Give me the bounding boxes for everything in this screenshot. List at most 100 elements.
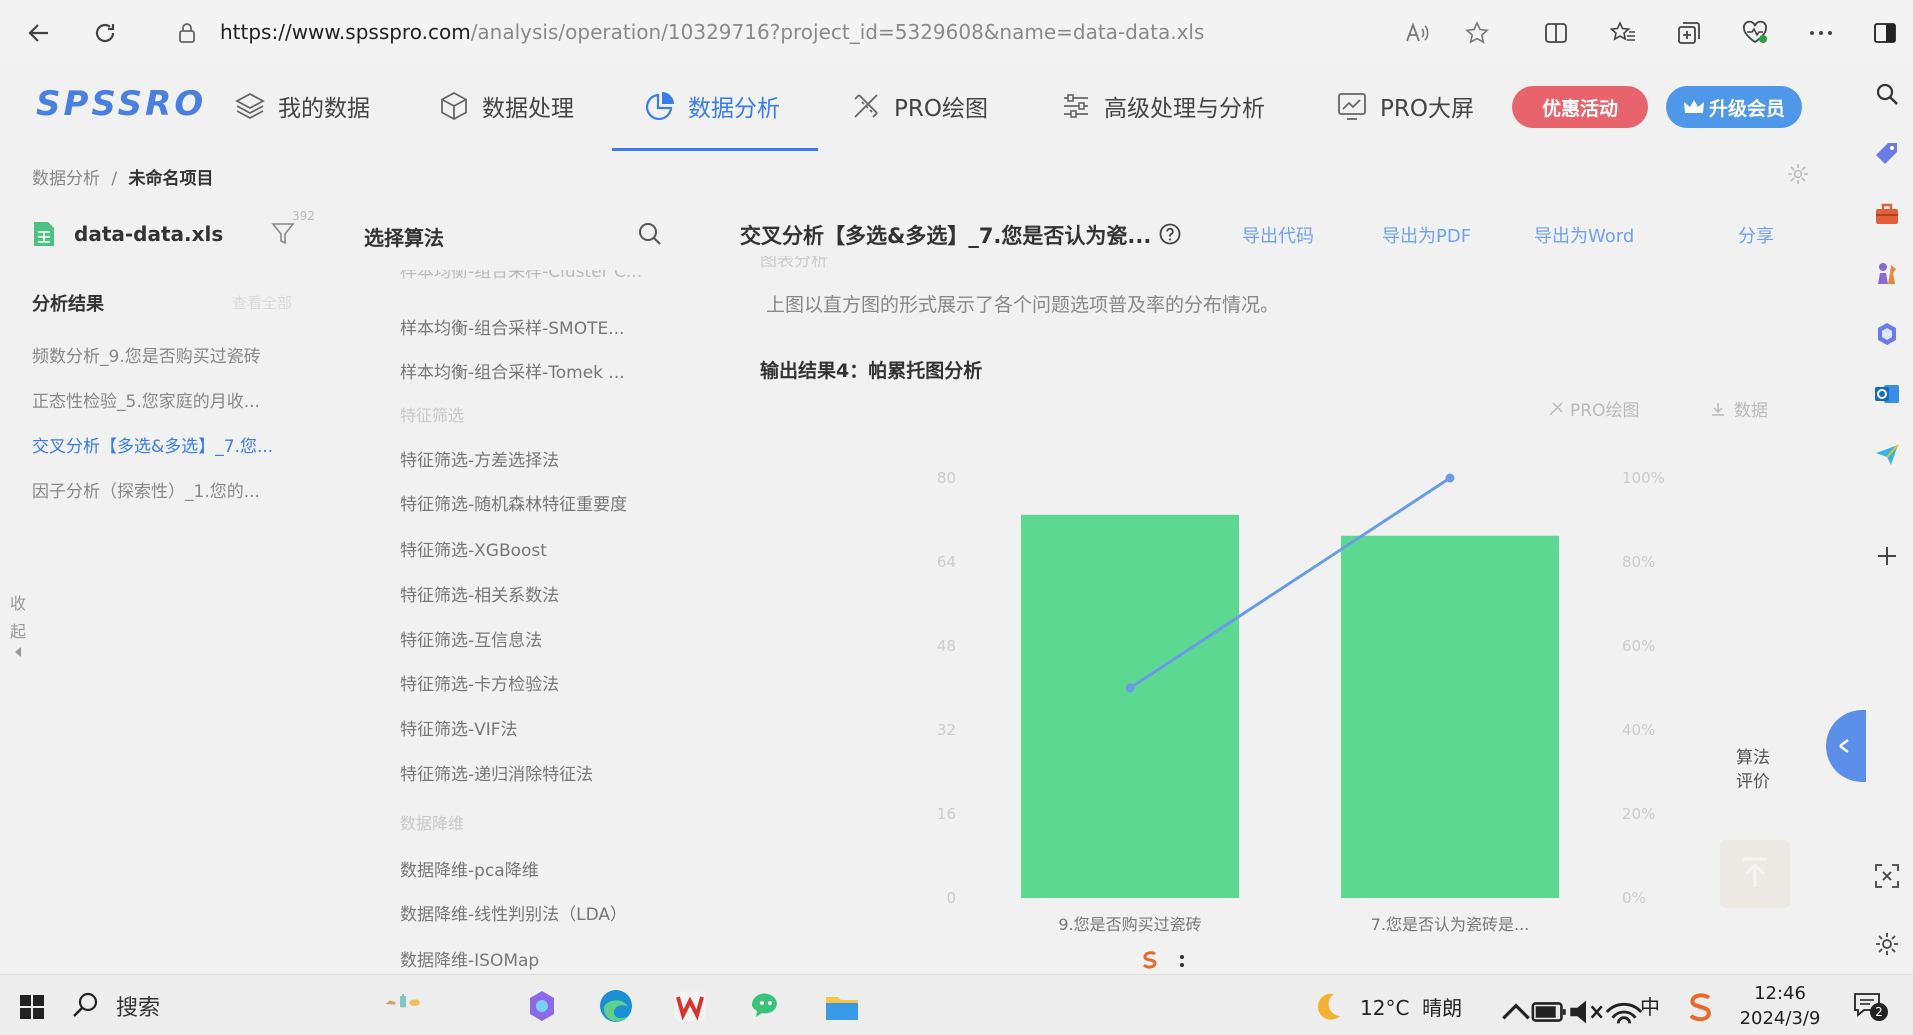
chat-app-icon[interactable] (746, 987, 786, 1025)
pro-chart-button[interactable]: PRO绘图 (1548, 396, 1639, 421)
nav-data-processing[interactable]: 数据处理 (438, 84, 574, 128)
layers-icon (235, 92, 265, 120)
search-highlight-icon[interactable] (384, 981, 424, 1019)
pie-chart-icon (645, 92, 674, 121)
notification-center[interactable]: 2 (1852, 991, 1892, 1023)
copilot-icon[interactable] (522, 987, 562, 1025)
algo-list-item[interactable]: 特征筛选-互信息法 (400, 626, 542, 651)
export-code-link[interactable]: 导出代码 (1242, 222, 1314, 248)
clock[interactable]: 12:46 2024/3/9 (1730, 981, 1830, 1031)
algo-search-icon[interactable] (636, 220, 664, 248)
result-item[interactable]: 因子分析（探索性）_1.您的... (32, 477, 260, 502)
algo-panel-title: 选择算法 (364, 226, 444, 250)
settings-gear-icon[interactable] (1873, 930, 1901, 958)
toolbox-icon[interactable] (1873, 200, 1901, 228)
result-item[interactable]: 频数分析_9.您是否购买过瓷砖 (32, 342, 261, 367)
search-icon[interactable] (1873, 80, 1901, 108)
tag-icon[interactable] (1873, 140, 1901, 168)
result-item[interactable]: 正态性检验_5.您家庭的月收... (32, 387, 260, 412)
wifi-icon[interactable] (1604, 993, 1644, 1031)
share-link[interactable]: 分享 (1738, 222, 1774, 248)
current-file[interactable]: data-data.xls (32, 216, 223, 252)
algo-eval-label[interactable]: 算法 评价 (1736, 746, 1770, 794)
algo-list-item[interactable]: 特征筛选-相关系数法 (400, 581, 559, 606)
y-left-tick-label: 0 (946, 889, 956, 907)
collapse-label: 收 (10, 594, 27, 613)
wps-office-icon[interactable] (670, 987, 710, 1025)
date-label: 2024/3/9 (1739, 1008, 1821, 1029)
windows-start-icon[interactable] (12, 989, 52, 1027)
back-to-top-button[interactable] (1720, 840, 1790, 908)
screenshot-icon[interactable] (1873, 862, 1901, 890)
promotion-button[interactable]: 优惠活动 (1512, 86, 1648, 128)
upgrade-member-button[interactable]: 升级会员 (1666, 86, 1802, 128)
filter-badge: 392 (292, 209, 315, 223)
nav-my-data[interactable]: 我的数据 (234, 84, 370, 128)
taskbar-search[interactable]: 搜索 (70, 987, 370, 1025)
algo-list-item[interactable]: 样本均衡-组合采样-Cluster C... (400, 270, 642, 282)
algo-list-item[interactable]: 特征筛选-卡方检验法 (400, 670, 559, 695)
address-bar[interactable]: https://www.spsspro.com/analysis/operati… (220, 20, 1204, 44)
nav-pro-chart[interactable]: PRO绘图 (850, 84, 988, 128)
ime-chinese-icon[interactable]: 中 (1640, 991, 1660, 1020)
result-item-active[interactable]: 交叉分析【多选&多选】_7.您... (32, 432, 273, 457)
sogou-tray-icon[interactable] (1680, 989, 1720, 1027)
spsspro-logo[interactable]: SPSSRO (36, 84, 206, 124)
nav-label: 我的数据 (278, 96, 370, 122)
sidebar-toggle-icon[interactable] (1870, 18, 1900, 48)
algo-list-item[interactable]: 数据降维-ISOMap (400, 946, 539, 971)
page-settings-icon[interactable] (1786, 162, 1810, 186)
lock-icon[interactable] (172, 18, 202, 48)
edge-browser-icon[interactable] (596, 987, 636, 1025)
caret-left-icon (15, 647, 21, 657)
algo-list-item[interactable]: 特征筛选-随机森林特征重要度 (400, 490, 627, 515)
collapse-panel-toggle[interactable]: 收 起 (10, 590, 30, 658)
algo-list-item[interactable]: 特征筛选-方差选择法 (400, 446, 559, 471)
nav-pro-dashboard[interactable]: PRO大屏 (1336, 84, 1474, 128)
read-aloud-icon[interactable] (1402, 18, 1432, 48)
weather-widget[interactable]: 12°C 晴朗 (1310, 987, 1462, 1025)
split-screen-icon[interactable] (1541, 18, 1571, 48)
algo-group-heading: 数据降维 (400, 814, 465, 833)
favorites-list-icon[interactable] (1608, 18, 1638, 48)
more-menu-icon[interactable] (1806, 18, 1836, 48)
breadcrumb-root[interactable]: 数据分析 (32, 169, 100, 189)
algo-list-item[interactable]: 数据降维-pca降维 (400, 856, 539, 881)
reload-icon[interactable] (90, 18, 120, 48)
browser-health-icon[interactable] (1740, 18, 1770, 48)
algo-list-item[interactable]: 特征筛选-递归消除特征法 (400, 760, 593, 785)
file-explorer-icon[interactable] (822, 987, 862, 1025)
export-word-link[interactable]: 导出为Word (1534, 222, 1634, 248)
section-heading: 输出结果4：帕累托图分析 (760, 360, 983, 382)
outlook-icon[interactable] (1873, 380, 1901, 408)
collections-icon[interactable] (1674, 18, 1704, 48)
copilot-icon[interactable] (1873, 320, 1901, 348)
chess-icon[interactable] (1873, 260, 1901, 288)
algo-eval-tab[interactable] (1826, 710, 1866, 782)
data-download-button[interactable]: 数据 (1710, 396, 1768, 421)
favorite-star-icon[interactable] (1462, 18, 1492, 48)
algo-eval-label-line: 算法 (1736, 748, 1770, 768)
algo-list-item[interactable]: 样本均衡-组合采样-SMOTE... (400, 314, 624, 339)
ime-more-icon[interactable] (1178, 954, 1186, 970)
cumulative-point (1125, 683, 1135, 693)
algo-list-item[interactable]: 特征筛选-VIF法 (400, 715, 518, 740)
nav-data-analysis[interactable]: 数据分析 (644, 84, 780, 128)
add-icon[interactable] (1873, 542, 1901, 570)
algo-list-item[interactable]: 数据降维-线性判别法（LDA） (400, 900, 627, 925)
sogou-ime-icon[interactable] (1138, 948, 1162, 972)
y-left-tick-label: 48 (937, 637, 956, 655)
y-right-tick-label: 80% (1622, 553, 1655, 571)
send-icon[interactable] (1873, 440, 1901, 468)
y-left-tick-label: 64 (937, 553, 956, 571)
back-icon[interactable] (24, 18, 54, 48)
filter-icon[interactable] (270, 220, 298, 248)
volume-muted-icon[interactable] (1566, 993, 1606, 1031)
help-icon[interactable] (1158, 222, 1182, 246)
algo-list-item[interactable]: 样本均衡-组合采样-Tomek ... (400, 358, 625, 383)
battery-icon[interactable] (1530, 993, 1570, 1031)
view-all-link[interactable]: 查看全部 (232, 292, 292, 313)
export-pdf-link[interactable]: 导出为PDF (1382, 222, 1471, 248)
algo-list-item[interactable]: 特征筛选-XGBoost (400, 536, 547, 561)
nav-advanced-analysis[interactable]: 高级处理与分析 (1060, 84, 1265, 128)
